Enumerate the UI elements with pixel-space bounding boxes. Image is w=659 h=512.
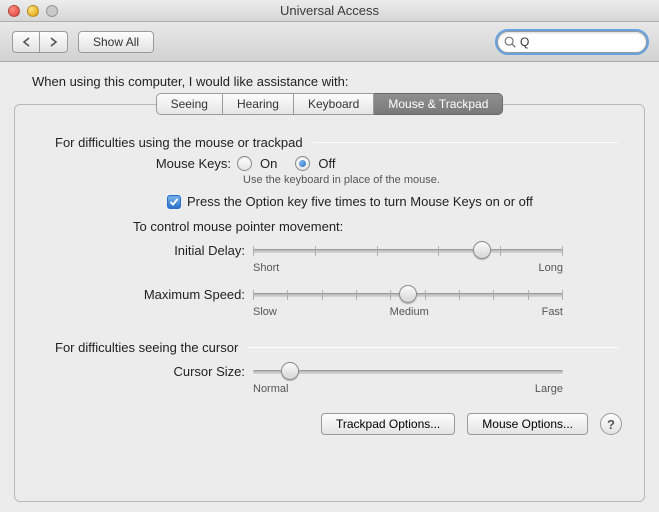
mouse-keys-on-label: On bbox=[260, 156, 277, 171]
cursor-size-slider[interactable] bbox=[253, 361, 563, 381]
zoom-window-button[interactable] bbox=[46, 5, 58, 17]
minimize-window-button[interactable] bbox=[27, 5, 39, 17]
divider bbox=[248, 347, 618, 348]
tab-mouse-trackpad[interactable]: Mouse & Trackpad bbox=[374, 93, 503, 115]
mouse-keys-off-label: Off bbox=[318, 156, 335, 171]
search-icon bbox=[503, 35, 517, 49]
show-all-button[interactable]: Show All bbox=[78, 31, 154, 53]
max-speed-slider[interactable] bbox=[253, 284, 563, 304]
help-button[interactable]: ? bbox=[600, 413, 622, 435]
initial-delay-min: Short bbox=[253, 262, 279, 274]
cursor-size-label: Cursor Size: bbox=[37, 364, 253, 379]
window-title: Universal Access bbox=[0, 3, 659, 18]
initial-delay-slider[interactable] bbox=[253, 240, 563, 260]
tab-seeing[interactable]: Seeing bbox=[156, 93, 223, 115]
chevron-right-icon bbox=[49, 37, 58, 47]
mouse-keys-on-radio[interactable] bbox=[237, 156, 252, 171]
cursor-size-min: Normal bbox=[253, 383, 288, 395]
mouse-options-button[interactable]: Mouse Options... bbox=[467, 413, 588, 435]
section-difficulties-using: For difficulties using the mouse or trac… bbox=[55, 135, 303, 150]
intro-text: When using this computer, I would like a… bbox=[32, 74, 645, 89]
check-icon bbox=[169, 197, 179, 207]
mouse-trackpad-panel: For difficulties using the mouse or trac… bbox=[14, 104, 645, 502]
mouse-keys-label: Mouse Keys: bbox=[37, 156, 237, 171]
initial-delay-max: Long bbox=[539, 262, 563, 274]
window-titlebar: Universal Access bbox=[0, 0, 659, 22]
max-speed-label: Maximum Speed: bbox=[37, 287, 253, 302]
max-speed-mid: Medium bbox=[390, 306, 429, 318]
max-speed-min: Slow bbox=[253, 306, 277, 318]
tab-bar: Seeing Hearing Keyboard Mouse & Trackpad bbox=[14, 93, 645, 115]
forward-button[interactable] bbox=[40, 31, 68, 53]
back-button[interactable] bbox=[12, 31, 40, 53]
max-speed-max: Fast bbox=[542, 306, 563, 318]
option-five-times-checkbox[interactable] bbox=[167, 195, 181, 209]
chevron-left-icon bbox=[22, 37, 31, 47]
section-difficulties-seeing: For difficulties seeing the cursor bbox=[55, 340, 238, 355]
search-input[interactable] bbox=[497, 31, 647, 53]
close-window-button[interactable] bbox=[8, 5, 20, 17]
control-movement-label: To control mouse pointer movement: bbox=[133, 219, 622, 234]
trackpad-options-button[interactable]: Trackpad Options... bbox=[321, 413, 455, 435]
tab-keyboard[interactable]: Keyboard bbox=[294, 93, 374, 115]
content-area: When using this computer, I would like a… bbox=[0, 62, 659, 512]
toolbar: Show All bbox=[0, 22, 659, 62]
divider bbox=[313, 142, 618, 143]
mouse-keys-hint: Use the keyboard in place of the mouse. bbox=[243, 174, 622, 186]
cursor-size-max: Large bbox=[535, 383, 563, 395]
mouse-keys-off-radio[interactable] bbox=[295, 156, 310, 171]
initial-delay-label: Initial Delay: bbox=[37, 243, 253, 258]
option-five-times-label: Press the Option key five times to turn … bbox=[187, 194, 533, 209]
tab-hearing[interactable]: Hearing bbox=[223, 93, 294, 115]
